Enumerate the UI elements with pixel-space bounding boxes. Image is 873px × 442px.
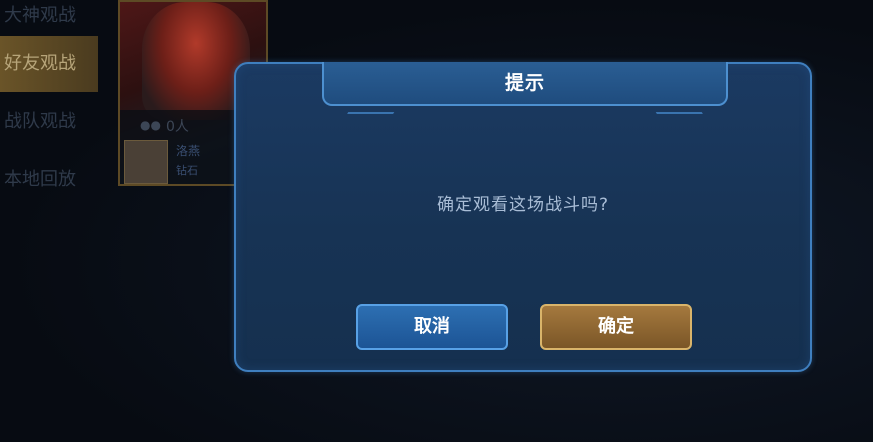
sidebar-item-local-replay[interactable]: 本地回放 [0, 152, 98, 208]
dialog-title: 提示 [504, 72, 545, 94]
sidebar-item-team-spectate[interactable]: 战队观战 [0, 94, 98, 150]
spectate-sidebar: 大神观战 好友观战 战队观战 本地回放 [0, 0, 98, 442]
viewer-count: 0人 [166, 119, 189, 135]
confirm-dialog: 提示 确定观看这场战斗吗? 取消 确定 [234, 62, 812, 372]
viewers-icon: ●● [140, 118, 161, 132]
player-avatar [124, 140, 168, 184]
player-name: 洛燕 [176, 144, 201, 158]
dialog-title-tab: 提示 [322, 62, 728, 106]
sidebar-item-friend-spectate[interactable]: 好友观战 [0, 36, 98, 92]
dialog-message: 确定观看这场战斗吗? [436, 195, 610, 215]
cancel-button[interactable]: 取消 [356, 304, 508, 350]
player-rank: 钻石 [176, 164, 198, 177]
confirm-button[interactable]: 确定 [540, 304, 692, 350]
